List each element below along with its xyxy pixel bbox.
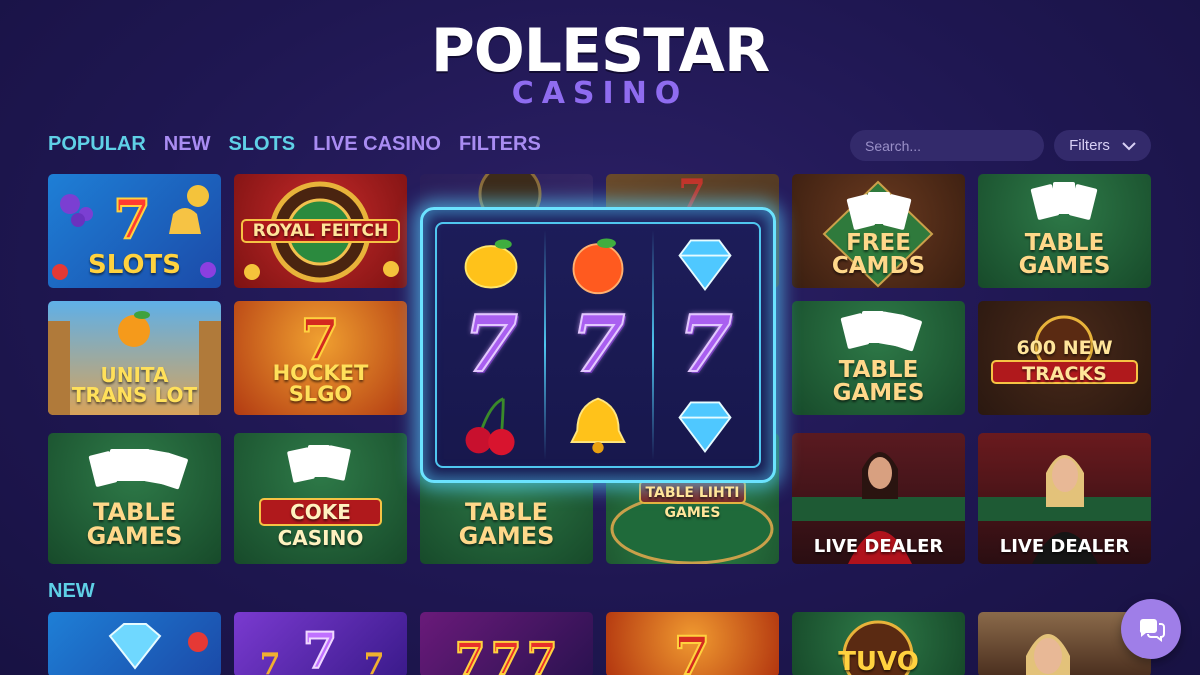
tile-label: COKE CASINO	[277, 500, 364, 550]
seven-icon: 7	[673, 625, 711, 675]
tile-label	[48, 667, 221, 675]
diamond-icon	[670, 391, 740, 461]
tile-label: UNITA TRANS LOT	[71, 363, 198, 407]
game-tile-coke-casino[interactable]: COKE CASINO	[234, 433, 407, 564]
filters-dropdown[interactable]: Filters	[1054, 130, 1151, 161]
brand-logo[interactable]: POLESTAR CASINO	[0, 18, 1200, 110]
tile-label: LIVE DEALER	[813, 536, 944, 557]
nav-filters[interactable]: FILTERS	[459, 133, 541, 156]
game-tile-unita-trans-lot[interactable]: UNITA TRANS LOT	[48, 301, 221, 415]
category-nav: POPULAR NEW SLOTS LIVE CASINO FILTERS	[48, 133, 541, 156]
tile-label: TABLE GAMES	[832, 357, 925, 406]
filters-label: Filters	[1069, 137, 1110, 154]
reel-2: 7	[544, 224, 651, 466]
nav-popular[interactable]: POPULAR	[48, 133, 146, 156]
tile-label: 600 NEW TRACKS	[1016, 337, 1113, 385]
tile-label: TUVO	[838, 647, 919, 675]
tile-label	[420, 278, 593, 288]
game-tile-new-seven-purple[interactable]: 7 7 7	[234, 612, 407, 675]
section-new-heading: NEW	[48, 580, 95, 602]
reel-1: 7	[437, 224, 544, 466]
lemon-icon	[456, 229, 526, 299]
tile-label: ROYAL FEITCH	[252, 221, 389, 241]
game-tile-new-triple-seven[interactable]: 7 7 7	[420, 612, 593, 675]
tile-label	[420, 667, 593, 675]
tile-label: TABLE LIHTI GAMES	[645, 485, 740, 521]
tile-label: HOCKET SLGO	[272, 361, 369, 406]
seven-symbol: 7	[463, 298, 519, 390]
nav-slots[interactable]: SLOTS	[228, 133, 295, 156]
diamond-icon	[108, 623, 208, 670]
search-box	[850, 130, 1046, 161]
diamond-icon	[670, 229, 740, 299]
game-tile-live-dealer[interactable]: LIVE DEALER	[792, 433, 965, 564]
reel-3: 7	[651, 224, 759, 466]
game-tile-royal-feitch[interactable]: ROYAL FEITCH	[234, 174, 407, 288]
brand-subtitle: CASINO	[511, 76, 689, 111]
tile-label	[234, 667, 407, 675]
search-input[interactable]	[865, 137, 1046, 154]
game-tile-table-games[interactable]: TABLE GAMES	[792, 301, 965, 415]
seven-icon: 7 7 7	[260, 620, 385, 675]
seven-icon: 7	[563, 304, 633, 384]
tile-label: TABLE GAMES	[86, 498, 183, 550]
seven-icon: 7 7 7	[454, 633, 559, 675]
game-tile-hocket-slgo[interactable]: 7 HOCKET SLGO	[234, 301, 407, 415]
seven-symbol: 7	[677, 298, 733, 390]
seven-icon: 7	[670, 304, 740, 384]
game-tile-new-seven-orange[interactable]: 7	[606, 612, 779, 675]
tile-label: TABLE GAMES	[1018, 230, 1111, 279]
game-tile-new-tuvo[interactable]: TUVO	[792, 612, 965, 675]
chat-bubble-icon	[1139, 619, 1165, 642]
seven-symbol: 7	[570, 298, 626, 390]
game-tile-free-camds[interactable]: FREE CAMDS	[792, 174, 965, 288]
slot-machine-promo[interactable]: 7 7 7	[420, 207, 776, 483]
nav-live-casino[interactable]: LIVE CASINO	[313, 133, 441, 156]
tile-label: TABLE GAMES	[458, 498, 555, 550]
seven-icon: 7	[456, 304, 526, 384]
cherry-icon	[456, 391, 526, 461]
game-tile-new-diamond[interactable]	[48, 612, 221, 675]
game-tile-table-games[interactable]: TABLE GAMES	[978, 174, 1151, 288]
game-tile-600-new-tracks[interactable]: 600 NEW TRACKS	[978, 301, 1151, 415]
game-tile-slots[interactable]: 7 SLOTS	[48, 174, 221, 288]
chat-support-button[interactable]	[1121, 599, 1181, 659]
tile-label	[606, 667, 779, 675]
tile-label: FREE CAMDS	[831, 230, 926, 279]
slot-reels: 7 7 7	[435, 222, 761, 468]
chevron-down-icon	[1122, 141, 1136, 150]
svg-text:7: 7	[113, 187, 151, 251]
game-tile-table-games[interactable]: TABLE GAMES	[48, 433, 221, 564]
brand-name: POLESTAR	[430, 16, 770, 86]
tile-label: LIVE DEALER	[999, 536, 1130, 557]
game-tile-live-dealer[interactable]: LIVE DEALER	[978, 433, 1151, 564]
orange-icon	[563, 229, 633, 299]
bell-icon	[563, 391, 633, 461]
tile-label: SLOTS	[88, 250, 181, 280]
tile-label	[978, 667, 1151, 675]
nav-new[interactable]: NEW	[164, 133, 211, 156]
tile-label	[606, 278, 779, 288]
